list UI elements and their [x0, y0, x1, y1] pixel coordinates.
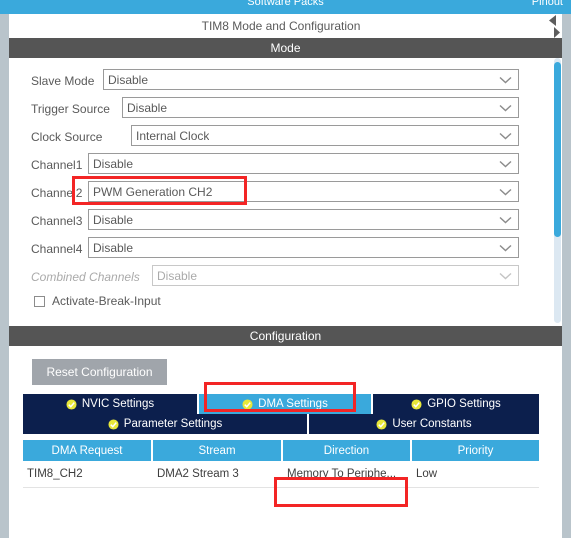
label-clock-source: Clock Source: [31, 130, 103, 144]
cell-stream: DMA2 Stream 3: [157, 468, 239, 480]
scrollbar-thumb[interactable]: [554, 62, 561, 237]
label-combined-channels: Combined Channels: [31, 270, 140, 284]
check-circle-icon: [66, 398, 77, 410]
label-slave-mode: Slave Mode: [31, 74, 95, 88]
label-channel2: Channel2: [31, 186, 83, 200]
field-row-combined-channels: Combined Channels: [31, 266, 140, 288]
label-channel4: Channel4: [31, 242, 83, 256]
column-header-dma-request[interactable]: DMA Request: [23, 440, 153, 461]
combo-channel4-value: Disable: [93, 240, 134, 255]
combo-channel3-value: Disable: [93, 212, 134, 227]
tab-nvic-settings-label: NVIC Settings: [81, 398, 155, 410]
column-header-priority[interactable]: Priority: [412, 440, 539, 461]
panel-title: TIM8 Mode and Configuration: [9, 14, 553, 38]
top-toolbar: Software Packs Pinout: [0, 0, 571, 14]
label-trigger-source: Trigger Source: [31, 102, 110, 116]
reset-configuration-button[interactable]: Reset Configuration: [32, 359, 167, 385]
chevron-down-icon: [499, 160, 512, 168]
combo-channel4[interactable]: Disable: [88, 237, 519, 258]
chevron-down-icon: [499, 244, 512, 252]
check-circle-icon: [242, 398, 253, 410]
configuration-section-body: Reset Configuration NVIC Settings DMA Se…: [9, 346, 553, 538]
vertical-scrollbar[interactable]: [553, 58, 562, 323]
activate-break-input-checkbox[interactable]: Activate-Break-Input: [34, 294, 161, 308]
check-circle-icon: [376, 418, 387, 430]
combo-trigger-source-value: Disable: [127, 100, 168, 115]
tab-user-constants-label: User Constants: [392, 418, 472, 430]
tab-dma-settings-label: DMA Settings: [258, 398, 328, 410]
tab-parameter-settings[interactable]: Parameter Settings: [23, 414, 309, 434]
field-row-channel3: Channel3: [31, 210, 82, 232]
tab-user-constants[interactable]: User Constants: [309, 414, 539, 434]
column-header-stream[interactable]: Stream: [153, 440, 283, 461]
combo-clock-source[interactable]: Internal Clock: [131, 125, 519, 146]
collapse-arrows-icon[interactable]: [544, 14, 562, 40]
chevron-down-icon: [499, 272, 512, 280]
chevron-down-icon: [499, 188, 512, 196]
combo-channel2[interactable]: PWM Generation CH2: [88, 181, 519, 202]
dma-settings-table: DMA Request Stream Direction Priority TI…: [23, 440, 539, 488]
checkbox-box-icon: [34, 295, 45, 307]
combo-clock-source-value: Internal Clock: [136, 128, 210, 143]
combo-channel3[interactable]: Disable: [88, 209, 519, 230]
field-row-trigger-source: Trigger Source: [31, 98, 110, 120]
activate-break-input-label: Activate-Break-Input: [52, 294, 161, 308]
right-gutter: [562, 14, 571, 538]
combo-channel1[interactable]: Disable: [88, 153, 519, 174]
combo-combined-channels-value: Disable: [157, 268, 198, 283]
mode-section-header: Mode: [9, 38, 562, 58]
cell-dma-request: TIM8_CH2: [27, 468, 83, 480]
combo-channel1-value: Disable: [93, 156, 134, 171]
field-row-slave-mode: Slave Mode: [31, 70, 94, 92]
combo-slave-mode-value: Disable: [108, 72, 149, 87]
tab-nvic-settings[interactable]: NVIC Settings: [23, 394, 199, 414]
field-row-channel4: Channel4: [31, 238, 82, 260]
tab-gpio-settings-label: GPIO Settings: [427, 398, 501, 410]
table-row[interactable]: TIM8_CH2 DMA2 Stream 3 Memory To Periphe…: [23, 461, 539, 488]
label-channel3: Channel3: [31, 214, 83, 228]
chevron-down-icon: [499, 216, 512, 224]
chevron-down-icon: [499, 132, 512, 140]
check-circle-icon: [411, 398, 422, 410]
check-circle-icon: [108, 418, 119, 430]
left-gutter: [0, 14, 9, 538]
tab-dma-settings[interactable]: DMA Settings: [199, 394, 373, 414]
chevron-down-icon: [499, 76, 512, 84]
label-channel1: Channel1: [31, 158, 83, 172]
toolbar-pinout-label[interactable]: Pinout: [532, 0, 563, 8]
mode-section-body: Slave Mode Disable Trigger Source Disabl…: [9, 58, 553, 323]
configuration-tabs-row-2: Parameter Settings User Constants: [23, 414, 539, 434]
configuration-section-header: Configuration: [9, 326, 562, 346]
field-row-channel1: Channel1: [31, 154, 82, 176]
field-row-clock-source: Clock Source: [31, 126, 102, 148]
tab-parameter-settings-label: Parameter Settings: [123, 418, 223, 430]
chevron-down-icon: [499, 104, 512, 112]
tim8-configuration-panel: Software Packs Pinout TIM8 Mode and Conf…: [0, 0, 571, 538]
dma-table-header: DMA Request Stream Direction Priority: [23, 440, 539, 461]
toolbar-software-packs-label[interactable]: Software Packs: [247, 0, 323, 8]
tab-gpio-settings[interactable]: GPIO Settings: [373, 394, 539, 414]
combo-channel2-value: PWM Generation CH2: [93, 184, 213, 199]
combo-trigger-source[interactable]: Disable: [122, 97, 519, 118]
column-header-direction[interactable]: Direction: [283, 440, 412, 461]
cell-priority: Low: [416, 468, 438, 480]
cell-direction: Memory To Periphe...: [287, 468, 397, 480]
combo-combined-channels: Disable: [152, 265, 519, 286]
combo-slave-mode[interactable]: Disable: [103, 69, 519, 90]
field-row-channel2: Channel2: [31, 182, 82, 204]
configuration-tabs-row-1: NVIC Settings DMA Settings GPIO Settings: [23, 394, 539, 414]
